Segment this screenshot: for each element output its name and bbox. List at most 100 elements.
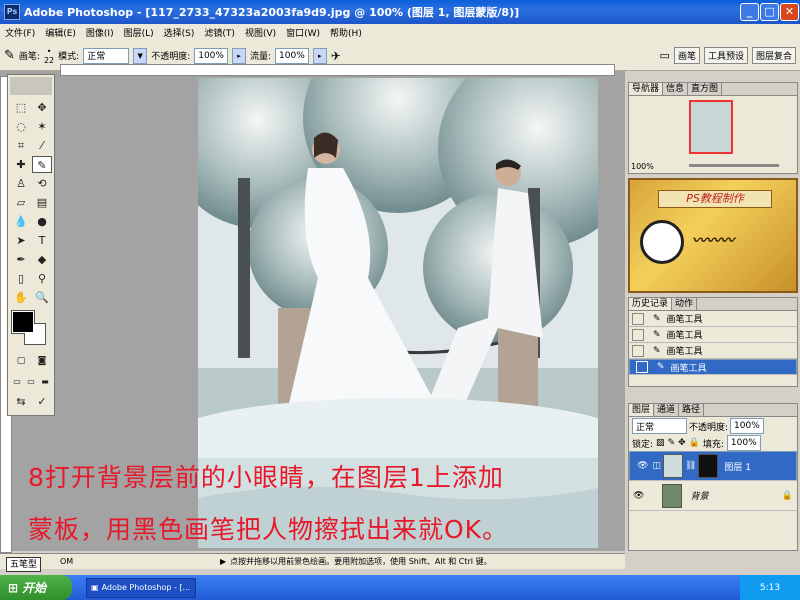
menu-image[interactable]: 图像(I) — [81, 26, 119, 39]
slice-tool-icon[interactable]: ⁄ — [32, 137, 52, 154]
chevron-right-icon[interactable]: ▸ — [231, 47, 246, 64]
clone-stamp-tool-icon[interactable]: ♙ — [11, 175, 31, 192]
chevron-down-icon[interactable]: ▼ — [133, 47, 148, 64]
type-tool-icon[interactable]: T — [32, 232, 52, 249]
navigator-zoom-value[interactable]: 100% — [631, 162, 654, 171]
zoom-readout[interactable]: OM — [60, 557, 220, 566]
screen-mode-standard-icon[interactable]: ▭ — [10, 373, 24, 390]
layer-row-active[interactable]: 👁 ◫ ⛓ 图层 1 — [629, 451, 797, 481]
history-checkbox[interactable] — [636, 361, 648, 373]
menu-file[interactable]: 文件(F) — [0, 26, 40, 39]
menu-help[interactable]: 帮助(H) — [325, 26, 367, 39]
tab-paths[interactable]: 路径 — [679, 404, 705, 416]
eraser-tool-icon[interactable]: ▱ — [11, 194, 31, 211]
healing-brush-tool-icon[interactable]: ✚ — [11, 156, 31, 173]
history-step-current[interactable]: ✎ 画笔工具 — [629, 359, 797, 375]
lock-position-icon[interactable]: ✥ — [678, 438, 686, 448]
hand-tool-icon[interactable]: ✋ — [11, 289, 31, 306]
airbrush-icon[interactable]: ✈ — [331, 49, 341, 63]
marquee-tool-icon[interactable]: ⬚ — [11, 99, 31, 116]
tab-histogram[interactable]: 直方图 — [688, 83, 723, 95]
menu-view[interactable]: 视图(V) — [240, 26, 281, 39]
path-selection-tool-icon[interactable]: ➤ — [11, 232, 31, 249]
brush-preset-picker[interactable]: • 22 — [44, 47, 54, 65]
lock-transparency-icon[interactable]: ▨ — [656, 438, 665, 448]
menu-filter[interactable]: 滤镜(T) — [199, 26, 240, 39]
history-tabs: 历史记录 动作 — [629, 298, 797, 311]
mode-select[interactable]: 正常 — [83, 47, 130, 64]
move-tool-icon[interactable]: ✥ — [32, 99, 52, 116]
brush-tool-icon[interactable]: ✎ — [4, 48, 15, 63]
chevron-right-icon[interactable]: ▸ — [312, 47, 327, 64]
opacity-field[interactable]: 100% — [194, 47, 228, 64]
menu-layer[interactable]: 图层(L) — [119, 26, 159, 39]
gradient-tool-icon[interactable]: ▤ — [32, 194, 52, 211]
zoom-tool-icon[interactable]: 🔍 — [32, 289, 52, 306]
ime-indicator[interactable]: 五笔型 — [6, 557, 42, 572]
palette-tab-layer-comps[interactable]: 图层复合 — [751, 47, 796, 64]
brush-tool-icon[interactable]: ✎ — [32, 156, 52, 173]
eye-icon[interactable]: 👁 — [633, 491, 644, 501]
quick-mask-mode-icon[interactable]: ◙ — [32, 353, 52, 370]
screen-mode-full-icon[interactable]: ▬ — [38, 373, 52, 390]
layer-mask-thumbnail[interactable] — [698, 454, 719, 478]
palette-tab-brushes[interactable]: 画笔 — [673, 47, 700, 64]
fill-field[interactable]: 100% — [726, 435, 761, 451]
screen-mode-menubar-icon[interactable]: ▭ — [24, 373, 38, 390]
tab-channels[interactable]: 通道 — [654, 404, 680, 416]
file-browser-icon[interactable]: ▭ — [660, 49, 670, 62]
tab-info[interactable]: 信息 — [663, 83, 689, 95]
start-button[interactable]: ⊞ 开始 — [0, 575, 72, 600]
tab-navigator[interactable]: 导航器 — [629, 83, 664, 95]
history-checkbox[interactable] — [632, 344, 644, 357]
blur-tool-icon[interactable]: 💧 — [11, 213, 31, 230]
minimize-button[interactable]: _ — [740, 3, 759, 21]
palette-tab-tool-presets[interactable]: 工具预设 — [703, 47, 748, 64]
layer-row[interactable]: 👁 背景 🔒 — [629, 481, 797, 511]
imageready-icon[interactable]: ⇆ — [11, 393, 31, 410]
tutorial-caption-line-1: 8打开背景层前的小眼睛，在图层1上添加 — [28, 463, 504, 492]
blend-mode-select[interactable]: 正常 — [632, 418, 687, 434]
close-button[interactable]: ✕ — [780, 3, 799, 21]
menu-select[interactable]: 选择(S) — [159, 26, 200, 39]
opacity-label: 不透明度: — [151, 52, 191, 62]
menu-window[interactable]: 窗口(W) — [281, 26, 325, 39]
history-step[interactable]: ✎ 画笔工具 — [629, 327, 797, 343]
crop-tool-icon[interactable]: ⌗ — [11, 137, 31, 154]
foreground-color-swatch[interactable] — [12, 311, 34, 333]
lock-all-icon[interactable]: 🔒 — [689, 438, 700, 448]
clock[interactable]: 5:13 — [760, 583, 780, 593]
pen-tool-icon[interactable]: ✒ — [11, 251, 31, 268]
history-step[interactable]: ✎ 画笔工具 — [629, 343, 797, 359]
navigator-thumbnail[interactable] — [689, 100, 733, 154]
history-step-label: 画笔工具 — [670, 363, 707, 374]
layer-opacity-field[interactable]: 100% — [730, 418, 764, 434]
history-step[interactable]: ✎ 画笔工具 — [629, 311, 797, 327]
history-brush-tool-icon[interactable]: ⟲ — [32, 175, 52, 192]
tab-history[interactable]: 历史记录 — [629, 298, 673, 310]
notes-tool-icon[interactable]: ▯ — [11, 270, 31, 287]
flow-field[interactable]: 100% — [275, 47, 309, 64]
menu-edit[interactable]: 编辑(E) — [40, 26, 81, 39]
maximize-button[interactable]: □ — [760, 3, 779, 21]
zoom-slider[interactable] — [689, 164, 779, 167]
eye-icon[interactable]: 👁 — [637, 461, 648, 471]
lock-pixels-icon[interactable]: ✎ — [668, 438, 676, 448]
taskbar-item-label: Adobe Photoshop - [... — [101, 583, 191, 592]
status-hint: 点按并拖移以用前景色绘画。要用附加选项，使用 Shift、Alt 和 Ctrl … — [230, 557, 492, 566]
history-checkbox[interactable] — [632, 312, 644, 325]
brush-icon: ✎ — [653, 313, 661, 324]
magic-wand-tool-icon[interactable]: ✶ — [32, 118, 52, 135]
feather-logo-icon — [10, 77, 52, 95]
jump-to-icon[interactable]: ✓ — [32, 393, 52, 410]
eyedropper-tool-icon[interactable]: ⚲ — [32, 270, 52, 287]
history-checkbox[interactable] — [632, 328, 644, 341]
dodge-tool-icon[interactable]: ● — [32, 213, 52, 230]
lasso-tool-icon[interactable]: ◌ — [11, 118, 31, 135]
tab-actions[interactable]: 动作 — [672, 298, 698, 310]
standard-mode-icon[interactable]: ▢ — [11, 353, 31, 370]
shape-tool-icon[interactable]: ◆ — [32, 251, 52, 268]
taskbar-item-photoshop[interactable]: ▣ Adobe Photoshop - [... — [86, 577, 196, 598]
tab-layers[interactable]: 图层 — [629, 404, 655, 416]
layers-panel: 图层 通道 路径 正常 不透明度: 100% 锁定: ▨ ✎ ✥ 🔒 填充: 1… — [628, 403, 798, 551]
